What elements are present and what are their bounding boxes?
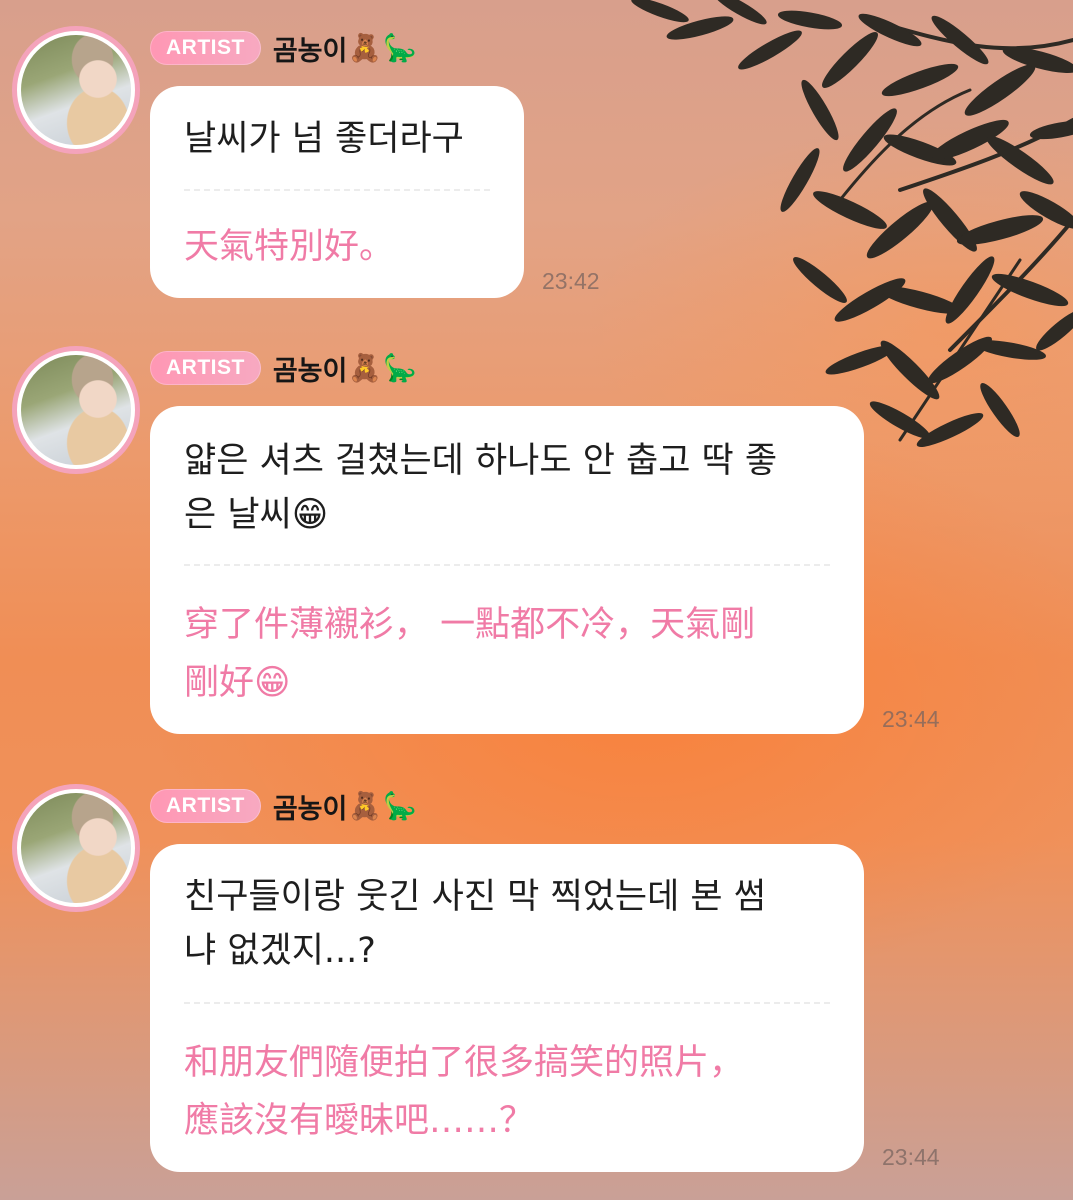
korean-text: 날씨가 넘 좋더라구 xyxy=(184,119,464,159)
artist-avatar[interactable] xyxy=(12,26,140,154)
message-header: ARTIST 곰농이 🧸 🦕 xyxy=(150,348,417,388)
tree-branch-silhouette xyxy=(631,0,1073,447)
nickname[interactable]: 곰농이 xyxy=(273,349,348,388)
korean-text: 친구들이랑 웃긴 사진 막 찍었는데 본 썸 냐 없겠지...? xyxy=(184,877,766,971)
chinese-translation: 穿了件薄襯衫， 一點都不冷，天氣剛 剛好😁 xyxy=(184,605,756,703)
timestamp: 23:44 xyxy=(882,1144,940,1170)
artist-badge: ARTIST xyxy=(150,31,261,65)
artist-badge: ARTIST xyxy=(150,789,261,823)
timestamp: 23:44 xyxy=(882,706,940,732)
chinese-translation: 和朋友們隨便拍了很多搞笑的照片， 應該沒有曖昧吧……？ xyxy=(184,1043,745,1141)
message-bubble[interactable]: 얇은 셔츠 걸쳤는데 하나도 안 춥고 딱 좋 은 날씨😁 穿了件薄襯衫， 一點… xyxy=(150,406,864,734)
dinosaur-emoji-icon: 🦕 xyxy=(382,790,417,822)
message-bubble[interactable]: 친구들이랑 웃긴 사진 막 찍었는데 본 썸 냐 없겠지...? 和朋友們隨便拍… xyxy=(150,844,864,1172)
dinosaur-emoji-icon: 🦕 xyxy=(382,32,417,64)
teddy-bear-emoji-icon: 🧸 xyxy=(348,352,382,384)
artist-badge: ARTIST xyxy=(150,351,261,385)
nickname[interactable]: 곰농이 xyxy=(273,787,348,826)
translation-divider xyxy=(184,564,830,566)
nickname[interactable]: 곰농이 xyxy=(273,29,348,68)
avatar-photo xyxy=(21,35,131,145)
message-bubble[interactable]: 날씨가 넘 좋더라구 天氣特別好。 xyxy=(150,86,524,298)
teddy-bear-emoji-icon: 🧸 xyxy=(348,32,382,64)
avatar-photo xyxy=(21,355,131,465)
korean-text: 얇은 셔츠 걸쳤는데 하나도 안 춥고 딱 좋 은 날씨😁 xyxy=(184,441,778,535)
dinosaur-emoji-icon: 🦕 xyxy=(382,352,417,384)
chinese-translation: 天氣特別好。 xyxy=(184,227,395,267)
message-header: ARTIST 곰농이 🧸 🦕 xyxy=(150,28,417,68)
translation-divider xyxy=(184,1002,830,1004)
artist-avatar[interactable] xyxy=(12,784,140,912)
artist-avatar[interactable] xyxy=(12,346,140,474)
avatar-photo xyxy=(21,793,131,903)
message-header: ARTIST 곰농이 🧸 🦕 xyxy=(150,786,417,826)
translation-divider xyxy=(184,189,490,191)
timestamp: 23:42 xyxy=(542,268,600,294)
teddy-bear-emoji-icon: 🧸 xyxy=(348,790,382,822)
